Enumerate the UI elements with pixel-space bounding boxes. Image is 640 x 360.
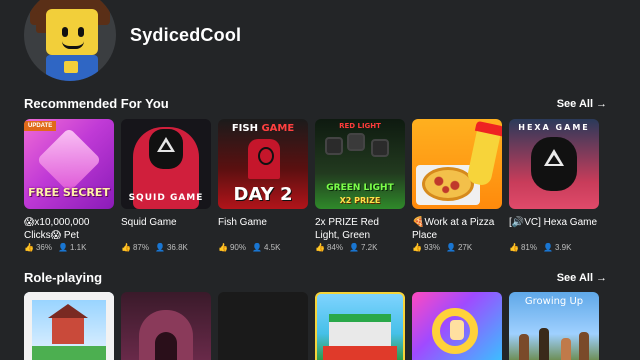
person-icon: 👤	[348, 243, 359, 252]
see-all-link[interactable]: See All →	[557, 272, 607, 284]
game-card[interactable]: Growing Up	[509, 292, 599, 360]
game-card[interactable]	[218, 292, 308, 360]
thumbnail-top-text: FISH GAME	[218, 123, 308, 134]
rating-value: 81%	[520, 243, 537, 252]
game-card[interactable]: SQUID GAME Squid Game 👍 87% 👤 36.8K	[121, 119, 211, 252]
username[interactable]: SydicedCool	[130, 25, 241, 46]
players-value: 1.1K	[69, 243, 87, 252]
pizza-graphic	[422, 167, 474, 201]
game-thumbnail[interactable]: HEXA GAME	[509, 119, 599, 209]
game-thumbnail[interactable]	[412, 119, 502, 209]
game-stats: 👍 87% 👤 36.8K	[121, 243, 211, 252]
thumbnail-text: SQUID GAME	[128, 193, 204, 203]
game-stats: 👍 84% 👤 7.2K	[315, 243, 405, 252]
game-thumbnail[interactable]: FISH GAME DAY 2	[218, 119, 308, 209]
thumbnail-top-text-b: GAME	[261, 123, 295, 134]
players-value: 27K	[457, 243, 473, 252]
game-title[interactable]: 🍕Work at a Pizza Place	[412, 216, 502, 242]
game-stats: 👍 90% 👤 4.5K	[218, 243, 308, 252]
game-card[interactable]: UPDATE FREE SECRET 😱x10,000,000 Clicks😱 …	[24, 119, 114, 252]
thumbs-up-icon: 👍	[218, 243, 228, 252]
players-value: 36.8K	[166, 243, 188, 252]
game-card[interactable]: HEXA GAME [🔊VC] Hexa Game 👍 81% 👤 3.9K	[509, 119, 599, 252]
thumbs-up-icon: 👍	[315, 243, 325, 252]
thumbnail-text: DAY 2	[233, 184, 293, 205]
game-thumbnail[interactable]	[315, 292, 405, 360]
game-title[interactable]: Fish Game	[218, 216, 308, 242]
person-icon: 👤	[251, 243, 262, 252]
game-card[interactable]: FISH GAME DAY 2 Fish Game 👍 90% 👤 4.5K	[218, 119, 308, 252]
rating-value: 36%	[35, 243, 52, 252]
person-icon: 👤	[154, 243, 165, 252]
game-card[interactable]	[412, 292, 502, 360]
game-thumbnail[interactable]: RED LIGHT GREEN LIGHT X2 PRIZE	[315, 119, 405, 209]
game-card[interactable]	[121, 292, 211, 360]
thumbnail-mid-text: GREEN LIGHT	[326, 183, 394, 193]
game-card[interactable]	[24, 292, 114, 360]
game-thumbnail[interactable]	[218, 292, 308, 360]
chevron-right-icon: →	[596, 271, 607, 284]
game-card[interactable]	[315, 292, 405, 360]
person-icon: 👤	[445, 243, 456, 252]
rating-value: 90%	[229, 243, 246, 252]
see-all-label: See All	[556, 97, 593, 110]
game-thumbnail[interactable]: UPDATE FREE SECRET	[24, 119, 114, 209]
game-thumbnail[interactable]	[24, 292, 114, 360]
person-icon: 👤	[57, 243, 68, 252]
thumbnail-text: X2 PRIZE	[339, 196, 381, 205]
players-value: 4.5K	[263, 243, 281, 252]
avatar[interactable]	[24, 0, 116, 81]
profile-header: SydicedCool	[24, 0, 241, 84]
game-row-role-playing: Growing Up	[24, 292, 599, 360]
game-row-recommended: UPDATE FREE SECRET 😱x10,000,000 Clicks😱 …	[24, 119, 599, 252]
thumbnail-top-text-a: FISH	[231, 123, 258, 134]
chevron-right-icon: →	[596, 97, 607, 110]
game-thumbnail[interactable]: Growing Up	[509, 292, 599, 360]
game-thumbnail[interactable]	[121, 292, 211, 360]
thumbs-up-icon: 👍	[509, 243, 519, 252]
game-title[interactable]: [🔊VC] Hexa Game	[509, 216, 599, 242]
see-all-link[interactable]: See All →	[557, 98, 607, 110]
game-title[interactable]: Squid Game	[121, 216, 211, 242]
gem-graphic	[36, 127, 102, 193]
game-title[interactable]: 😱x10,000,000 Clicks😱 Pet	[24, 216, 114, 242]
game-card[interactable]: 🍕Work at a Pizza Place 👍 93% 👤 27K	[412, 119, 502, 252]
thumbnail-text: FREE SECRET	[28, 186, 110, 199]
section-header-role-playing: Role-playing See All →	[24, 270, 607, 285]
triangle-mask-icon	[157, 137, 175, 152]
rating-value: 84%	[326, 243, 343, 252]
thumbnail-text: Growing Up	[524, 296, 584, 307]
see-all-label: See All	[556, 271, 593, 284]
rating-value: 93%	[423, 243, 440, 252]
thumbs-up-icon: 👍	[121, 243, 131, 252]
triangle-mask-icon	[544, 149, 564, 166]
section-title: Recommended For You	[24, 96, 169, 111]
thumbs-up-icon: 👍	[24, 243, 34, 252]
section-title: Role-playing	[24, 270, 103, 285]
game-thumbnail[interactable]	[412, 292, 502, 360]
game-stats: 👍 81% 👤 3.9K	[509, 243, 599, 252]
game-title[interactable]: 2x PRIZE Red Light, Green	[315, 216, 405, 242]
section-header-recommended: Recommended For You See All →	[24, 96, 607, 111]
thumbs-up-icon: 👍	[412, 243, 422, 252]
game-stats: 👍 93% 👤 27K	[412, 243, 502, 252]
rating-value: 87%	[132, 243, 149, 252]
update-tag: UPDATE	[24, 121, 57, 131]
players-value: 3.9K	[554, 243, 572, 252]
thumbnail-text: HEXA GAME	[518, 123, 590, 132]
game-card[interactable]: RED LIGHT GREEN LIGHT X2 PRIZE 2x PRIZE …	[315, 119, 405, 252]
players-value: 7.2K	[360, 243, 378, 252]
game-thumbnail[interactable]: SQUID GAME	[121, 119, 211, 209]
game-stats: 👍 36% 👤 1.1K	[24, 243, 114, 252]
person-icon: 👤	[542, 243, 553, 252]
thumbnail-top-text: RED LIGHT	[339, 122, 381, 130]
